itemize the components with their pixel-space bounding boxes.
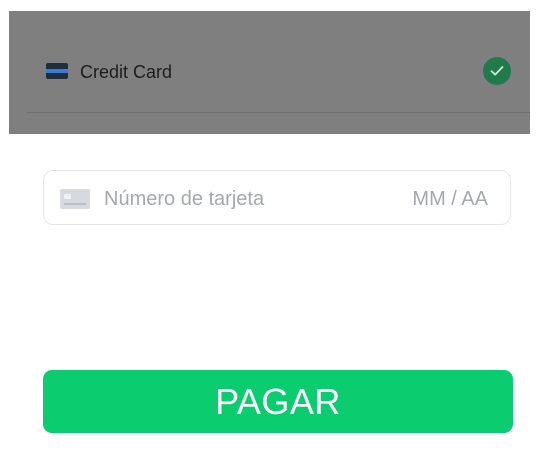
payment-screen: Credit Card PAGAR xyxy=(0,0,540,461)
payment-method-credit-card[interactable]: Credit Card xyxy=(9,11,530,111)
check-circle-icon xyxy=(483,57,511,85)
pay-button[interactable]: PAGAR xyxy=(43,370,513,433)
credit-card-icon xyxy=(46,63,68,79)
card-expiry-input[interactable] xyxy=(392,185,488,213)
payment-method-panel: Credit Card xyxy=(9,11,530,134)
divider xyxy=(27,112,530,113)
card-number-input[interactable] xyxy=(104,185,384,213)
card-details-field[interactable] xyxy=(43,170,511,225)
card-placeholder-icon xyxy=(60,189,90,209)
payment-method-label: Credit Card xyxy=(80,62,173,82)
